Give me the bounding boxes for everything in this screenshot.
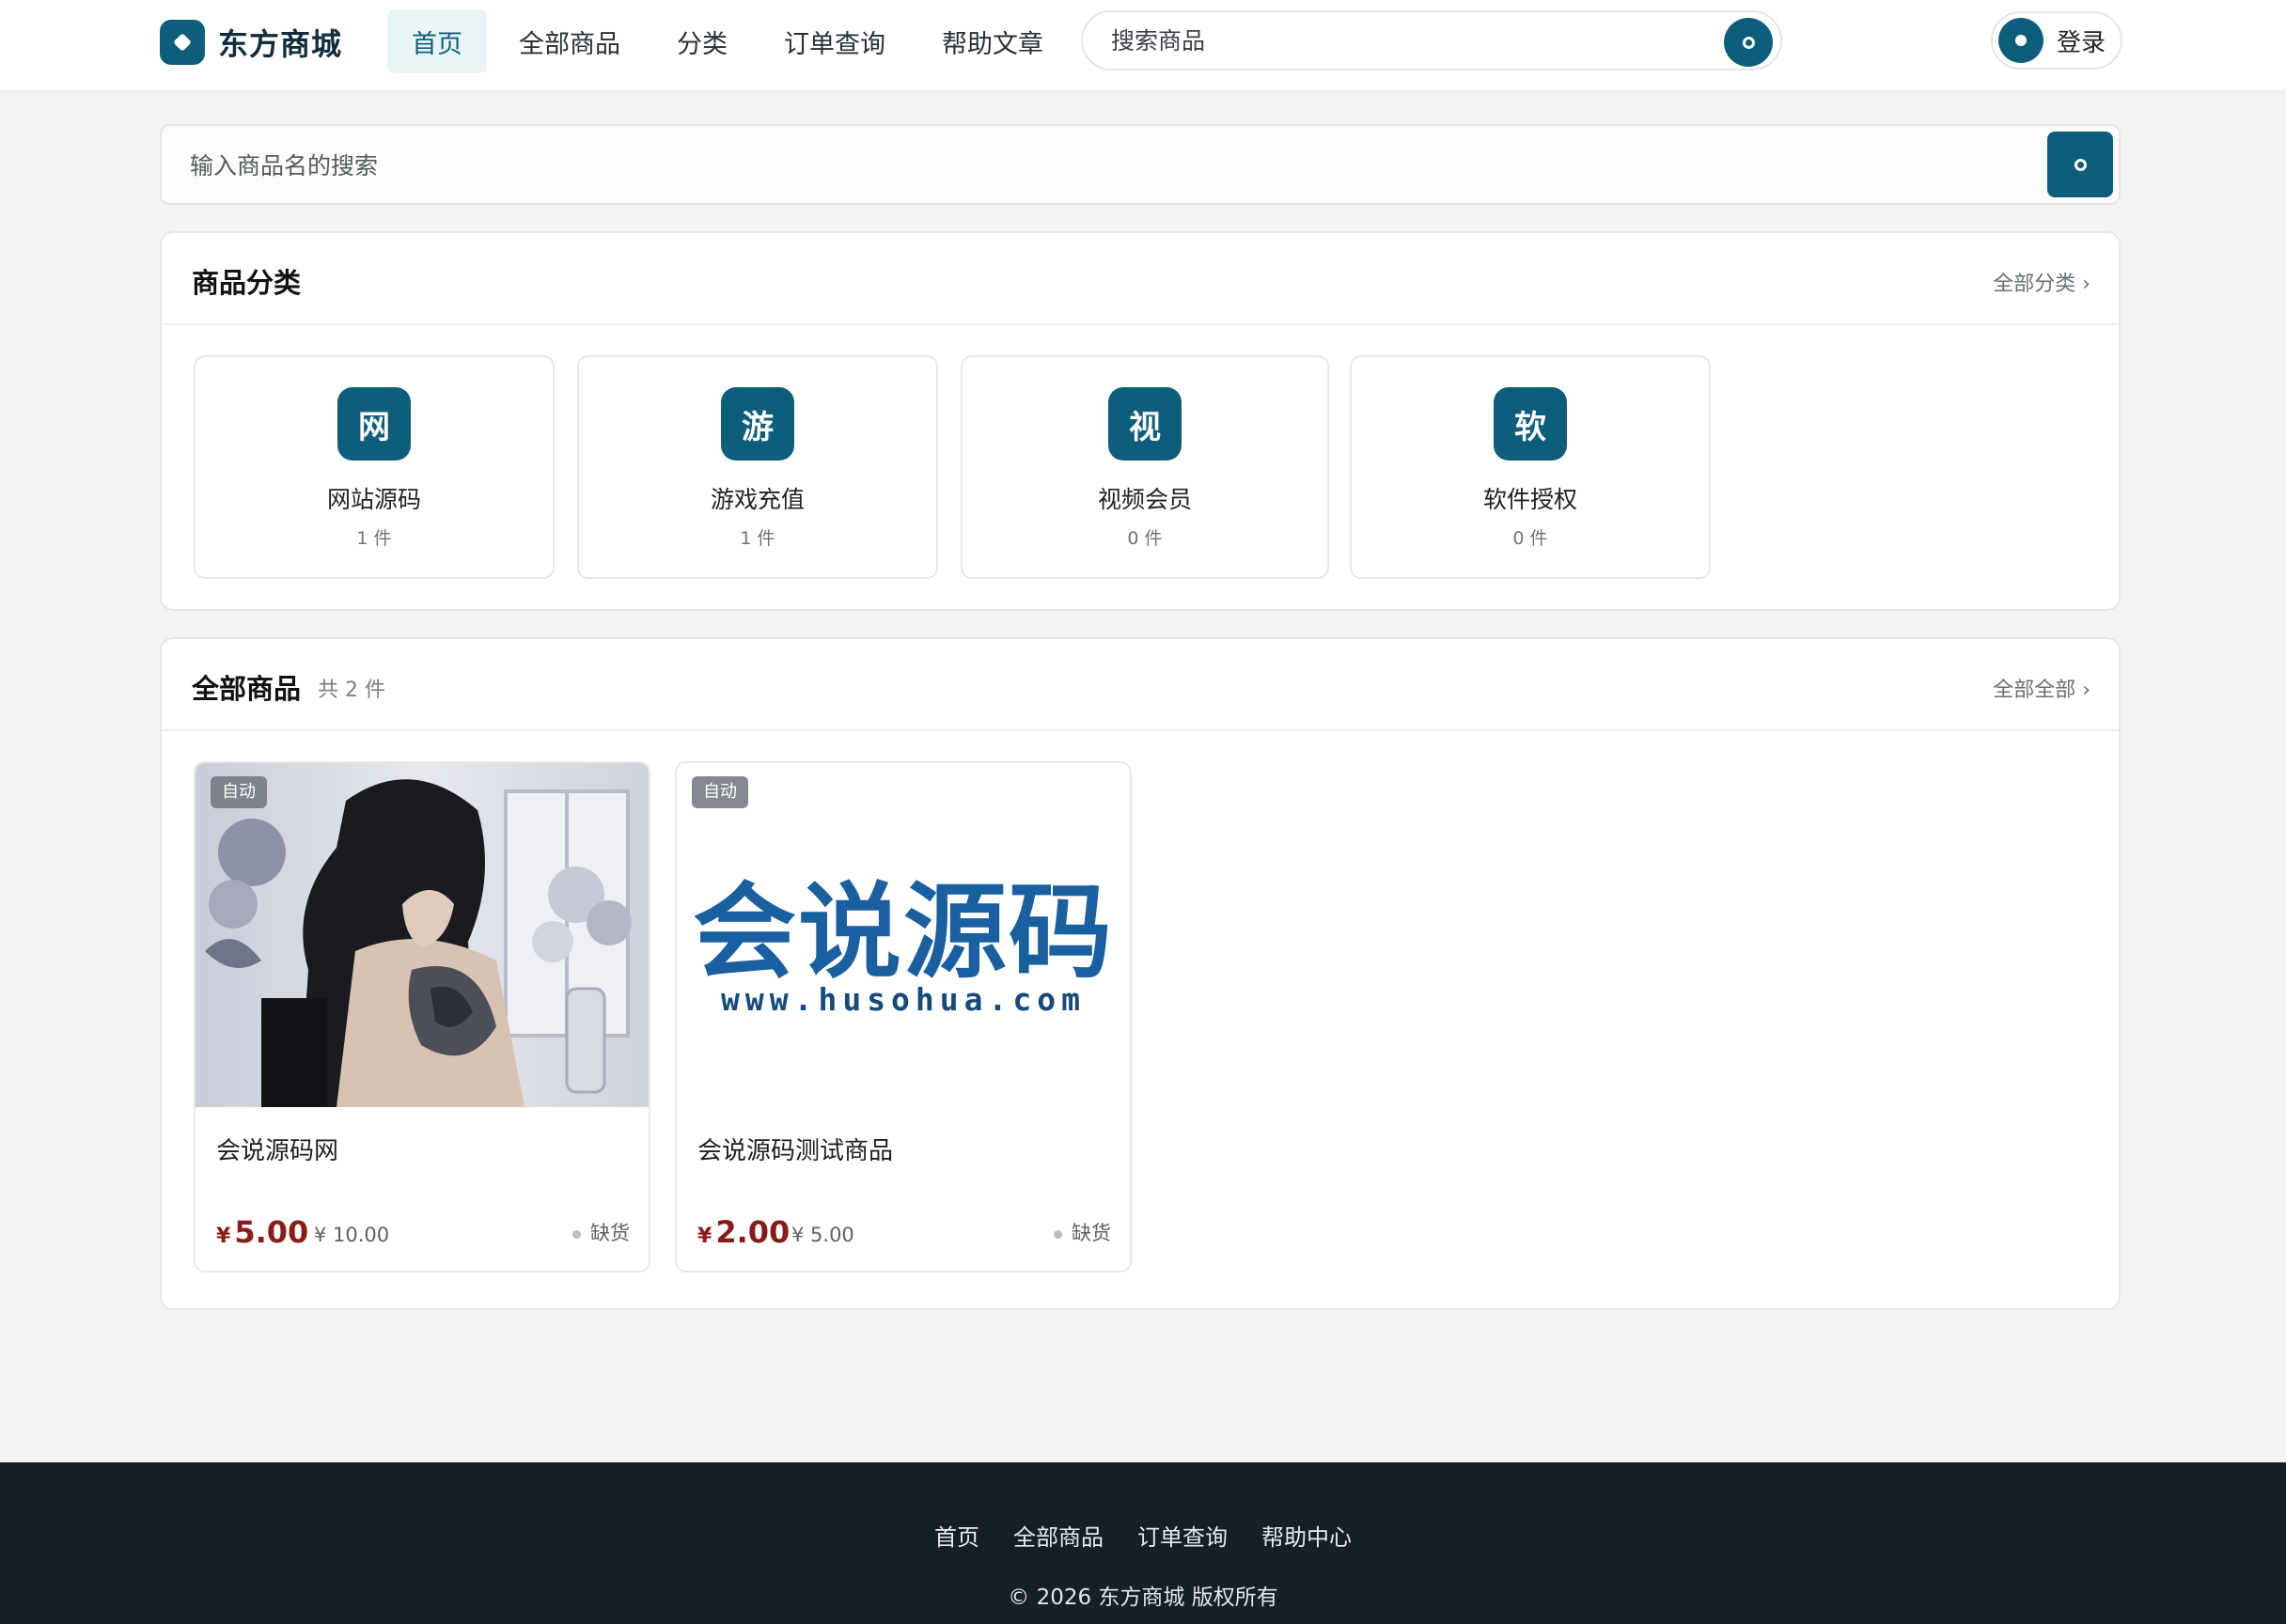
price-row: ¥5.00 ¥ 10.00 缺货 <box>216 1212 630 1250</box>
product-name: 会说源码测试商品 <box>697 1137 894 1165</box>
nav-categories[interactable]: 分类 <box>652 9 752 73</box>
site-footer: 首页 全部商品 订单查询 帮助中心 © 2026 东方商城 版权所有 <box>0 1462 2286 1624</box>
footer-links: 首页 全部商品 订单查询 帮助中心 <box>0 1519 2286 1552</box>
price-row: ¥2.00 ¥ 5.00 缺货 <box>697 1212 1111 1250</box>
search-icon <box>2074 158 2087 171</box>
product-original-price: ¥ 5.00 <box>791 1224 854 1246</box>
brand-name: 东方商城 <box>218 26 343 62</box>
login-button[interactable]: 登录 <box>1991 11 2122 70</box>
footer-link-help-center[interactable]: 帮助中心 <box>1261 1519 1352 1552</box>
category-name: 游戏充值 <box>710 486 805 513</box>
product-logo-title: 会说源码 <box>693 872 1114 992</box>
product-price: ¥2.00 <box>697 1214 791 1250</box>
header-search-input[interactable] <box>1111 22 1675 59</box>
products-panel-header: 全部商品 共 2 件 全部全部 › <box>162 639 2119 731</box>
nav-all-products[interactable]: 全部商品 <box>494 9 645 73</box>
category-panel-title: 商品分类 <box>192 267 302 299</box>
main-search-bar <box>160 124 2121 205</box>
all-products-link[interactable]: 全部全部 › <box>1993 673 2090 703</box>
category-name: 网站源码 <box>326 486 421 513</box>
category-count: 0 件 <box>1127 528 1163 549</box>
category-count: 1 件 <box>356 528 392 549</box>
product-badge: 自动 <box>211 776 267 808</box>
category-card-website-source[interactable]: 网 网站源码 1 件 <box>194 355 555 579</box>
category-panel: 商品分类 全部分类 › 网 网站源码 1 件 游 游戏充值 1 件 视 视频会员… <box>160 231 2121 611</box>
nav-home[interactable]: 首页 <box>387 9 487 73</box>
category-icon: 软 <box>1494 387 1567 461</box>
brand-logo[interactable]: 东方商城 <box>160 19 342 66</box>
stock-status: 缺货 <box>1054 1218 1111 1246</box>
product-badge: 自动 <box>692 776 748 808</box>
nav-order-query[interactable]: 订单查询 <box>759 9 910 73</box>
product-image: 会说源码 www.husohua.com 自动 <box>677 763 1130 1107</box>
category-card-game-topup[interactable]: 游 游戏充值 1 件 <box>577 355 938 579</box>
category-count: 0 件 <box>1512 528 1548 549</box>
category-count: 1 件 <box>740 528 775 549</box>
product-card[interactable]: 会说源码 www.husohua.com 自动 会说源码测试商品 ¥2.00 ¥… <box>675 761 1132 1273</box>
stock-status: 缺货 <box>572 1218 630 1246</box>
search-icon <box>1742 36 1755 49</box>
category-card-software-license[interactable]: 软 软件授权 0 件 <box>1350 355 1711 579</box>
brand-logo-icon <box>160 20 205 65</box>
product-original-price: ¥ 10.00 <box>314 1224 390 1246</box>
product-card[interactable]: 自动 会说源码网 ¥5.00 ¥ 10.00 缺货 <box>194 761 650 1273</box>
category-name: 视频会员 <box>1097 486 1192 513</box>
category-name: 软件授权 <box>1482 486 1577 513</box>
stock-dot-icon <box>1054 1229 1062 1239</box>
footer-link-all-products[interactable]: 全部商品 <box>1013 1519 1104 1552</box>
all-categories-link[interactable]: 全部分类 › <box>1993 267 2090 297</box>
product-name: 会说源码网 <box>216 1137 339 1165</box>
login-label: 登录 <box>2057 28 2106 57</box>
header-search <box>1081 10 1782 70</box>
footer-link-order-query[interactable]: 订单查询 <box>1137 1519 1228 1552</box>
products-panel-title: 全部商品 <box>192 673 302 705</box>
product-price: ¥5.00 <box>216 1214 309 1250</box>
main-search-input[interactable] <box>190 147 1976 184</box>
main-nav: 首页 全部商品 分类 订单查询 帮助文章 <box>387 9 1075 73</box>
category-icon: 网 <box>337 387 411 461</box>
nav-help-articles[interactable]: 帮助文章 <box>917 9 1068 73</box>
product-image: 自动 <box>196 763 649 1107</box>
product-logo-url: www.husohua.com <box>720 981 1086 1018</box>
user-icon <box>1998 18 2043 63</box>
category-panel-header: 商品分类 全部分类 › <box>162 233 2119 325</box>
footer-link-home[interactable]: 首页 <box>934 1519 979 1552</box>
main-search-button[interactable] <box>2047 132 2113 197</box>
copyright: © 2026 东方商城 版权所有 <box>1008 1585 1278 1610</box>
stock-dot-icon <box>572 1229 581 1239</box>
category-card-video-membership[interactable]: 视 视频会员 0 件 <box>961 355 1329 579</box>
products-count: 共 2 件 <box>318 679 385 702</box>
header-search-button[interactable] <box>1724 18 1773 67</box>
category-icon: 游 <box>721 387 794 461</box>
top-header: 东方商城 首页 全部商品 分类 订单查询 帮助文章 登录 <box>0 0 2286 91</box>
products-panel: 全部商品 共 2 件 全部全部 › 自动 会说源码网 ¥ 5.00 ¥ 10.0… <box>160 637 2121 1310</box>
category-icon: 视 <box>1108 387 1182 461</box>
